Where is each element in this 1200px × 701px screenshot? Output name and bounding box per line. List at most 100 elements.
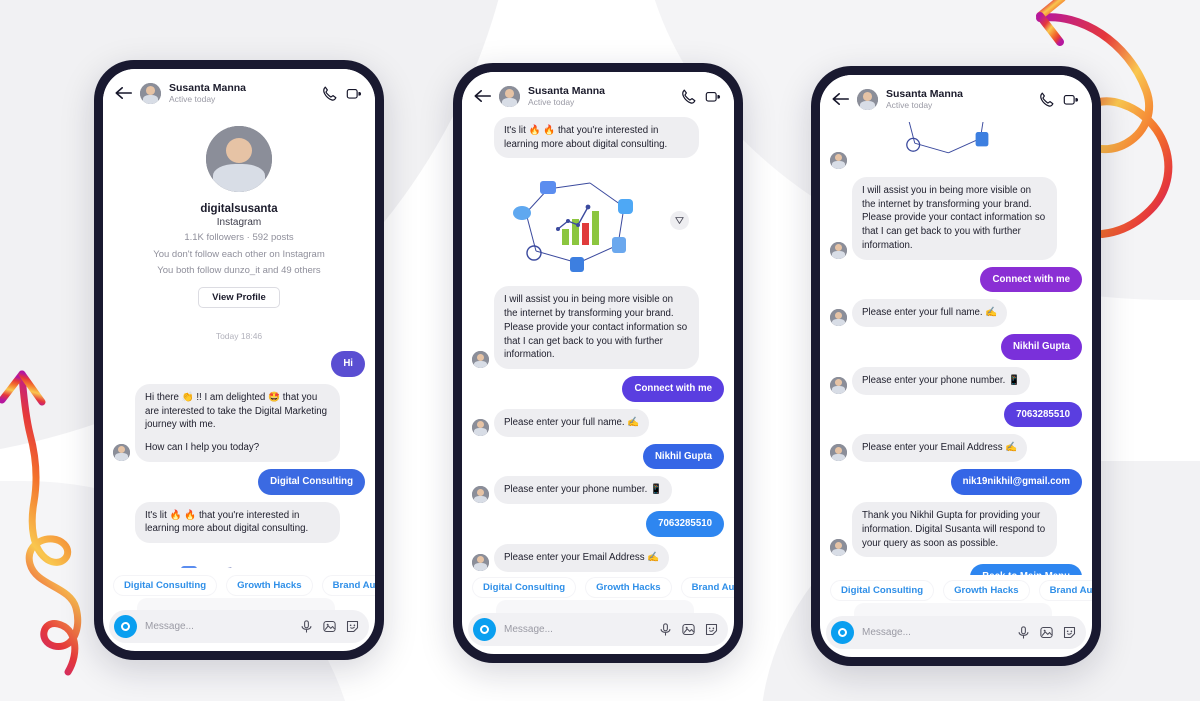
chat-header: Susanta Manna Active today [103,69,375,114]
contact-name: Susanta Manna [528,85,606,97]
message-input[interactable] [504,624,650,635]
send-paper-plane-icon[interactable] [670,211,689,231]
quick-reply-digital-consulting[interactable]: Digital Consulting [472,577,577,598]
back-arrow-icon[interactable] [473,88,491,104]
profile-stats: 1.1K followers · 592 posts [184,231,294,243]
image-gallery-icon[interactable] [681,622,696,637]
infographic-graphic [906,121,989,154]
message-bubble-outgoing: Back to Main Menu [970,564,1082,576]
message-row: Please enter your Email Address ✍️ [830,434,1082,463]
message-bubble-incoming: Please enter your full name. ✍️ [852,299,1008,328]
quick-reply-brand-audit[interactable]: Brand Audit [680,577,734,598]
microphone-icon[interactable] [299,619,314,634]
quick-reply-brand-audit[interactable]: Brand Audit [1038,580,1092,602]
quick-reply-digital-consulting[interactable]: Digital Consulting [830,580,935,602]
avatar-spacer [113,525,130,542]
chat-screen-1: Susanta Manna Active today digitalsusant… [103,69,375,651]
message-bubble-incoming: It's lit 🔥 🔥 that you're interested in l… [494,116,699,159]
avatar [830,151,847,169]
chat-message-list[interactable]: It's lit 🔥 🔥 that you're interested in l… [462,116,734,572]
message-row: I will assist you in being more visible … [472,286,724,370]
sticker-smiley-icon[interactable] [345,619,360,634]
quick-reply-growth-hacks[interactable]: Growth Hacks [943,580,1030,602]
message-bubble-incoming: Thank you Nikhil Gupta for providing you… [852,502,1057,558]
quick-reply-growth-hacks[interactable]: Growth Hacks [226,575,313,597]
message-bubble-incoming: Please enter your Email Address ✍️ [494,544,670,572]
sticker-smiley-icon[interactable] [704,622,719,637]
message-bubble-outgoing: nik19nikhil@gmail.com [950,469,1082,496]
message-row: Hi [113,351,365,377]
message-row: Please enter your Email Address ✍️ [472,544,724,572]
message-bubble-incoming: I will assist you in being more visible … [494,286,699,370]
digital-analytics-infographic[interactable] [878,121,1018,168]
phone-call-icon[interactable] [321,85,338,102]
avatar [472,351,489,369]
message-bubble-incoming: Please enter your phone number. 📱 [494,476,673,505]
message-row [830,120,1082,170]
avatar[interactable] [857,88,878,110]
back-arrow-icon[interactable] [114,85,132,101]
message-row: Nikhil Gupta [472,443,724,470]
chat-message-list[interactable]: I will assist you in being more visible … [820,120,1092,576]
camera-icon[interactable] [831,621,854,644]
message-bubble-outgoing: Nikhil Gupta [642,443,724,470]
phone-call-icon[interactable] [1038,91,1055,108]
avatar [113,443,130,461]
chat-title-group: Susanta Manna Active today [169,82,313,105]
message-row: Please enter your full name. ✍️ [472,408,724,437]
message-row: It's lit 🔥 🔥 that you're interested in l… [113,501,365,544]
chat-message-list[interactable]: digitalsusanta Instagram 1.1K followers … [103,114,375,570]
infographic-graphic [513,181,633,273]
avatar[interactable] [140,82,161,104]
profile-picture[interactable] [206,125,272,192]
day-timestamp: Today 18:46 [215,331,263,342]
phone-call-icon[interactable] [680,88,697,105]
quick-reply-strip[interactable]: Digital Consulting Growth Hacks Brand Au… [462,572,734,598]
quick-reply-strip[interactable]: Digital Consulting Growth Hacks Brand Au… [103,570,375,597]
profile-mutual-line: You both follow dunzo_it and 49 others [157,265,321,277]
message-row: Please enter your full name. ✍️ [830,299,1082,328]
chat-title-group: Susanta Manna Active today [886,88,1030,111]
quick-reply-digital-consulting[interactable]: Digital Consulting [113,575,218,597]
infographic-graphic [181,566,232,569]
microphone-icon[interactable] [1016,625,1031,640]
message-bubble-incoming: Please enter your phone number. 📱 [852,366,1031,395]
message-row: Hi there 👏 !! I am delighted 🤩 that you … [113,383,365,462]
message-row: Connect with me [830,266,1082,293]
phone-mockup-2: Susanta Manna Active today It's lit 🔥 🔥 … [453,63,743,663]
message-composer [109,610,369,643]
avatar-spacer [472,140,489,157]
contact-status: Active today [528,97,575,108]
profile-follow-line: You don't follow each other on Instagram [153,248,325,260]
message-composer [468,613,728,646]
avatar [830,241,847,259]
back-arrow-icon[interactable] [831,91,849,107]
video-camera-icon[interactable] [346,85,363,102]
video-camera-icon[interactable] [705,88,722,105]
image-gallery-icon[interactable] [322,619,337,634]
message-bubble-incoming: Hi there 👏 !! I am delighted 🤩 that you … [135,383,340,462]
avatar [830,376,847,394]
contact-status: Active today [169,94,216,105]
chat-title-group: Susanta Manna Active today [528,85,672,108]
message-row: Connect with me [472,376,724,402]
camera-icon[interactable] [473,618,496,641]
quick-reply-growth-hacks[interactable]: Growth Hacks [585,577,672,598]
quick-reply-strip[interactable]: Digital Consulting Growth Hacks Brand Au… [820,575,1092,602]
camera-icon[interactable] [114,615,137,638]
microphone-icon[interactable] [658,622,673,637]
sticker-smiley-icon[interactable] [1062,625,1077,640]
avatar[interactable] [499,85,520,107]
image-gallery-icon[interactable] [1039,625,1054,640]
contact-name: Susanta Manna [169,82,247,94]
avatar [472,553,489,571]
digital-analytics-infographic[interactable] [131,552,306,569]
message-bubble-incoming: Please enter your Email Address ✍️ [852,434,1028,463]
message-input[interactable] [862,627,1008,638]
video-camera-icon[interactable] [1063,91,1080,108]
quick-reply-brand-audit[interactable]: Brand Audit [321,575,375,597]
message-input[interactable] [145,621,291,632]
digital-analytics-infographic[interactable] [490,167,689,277]
message-bubble-incoming: I will assist you in being more visible … [852,176,1057,260]
view-profile-button[interactable]: View Profile [198,287,280,309]
